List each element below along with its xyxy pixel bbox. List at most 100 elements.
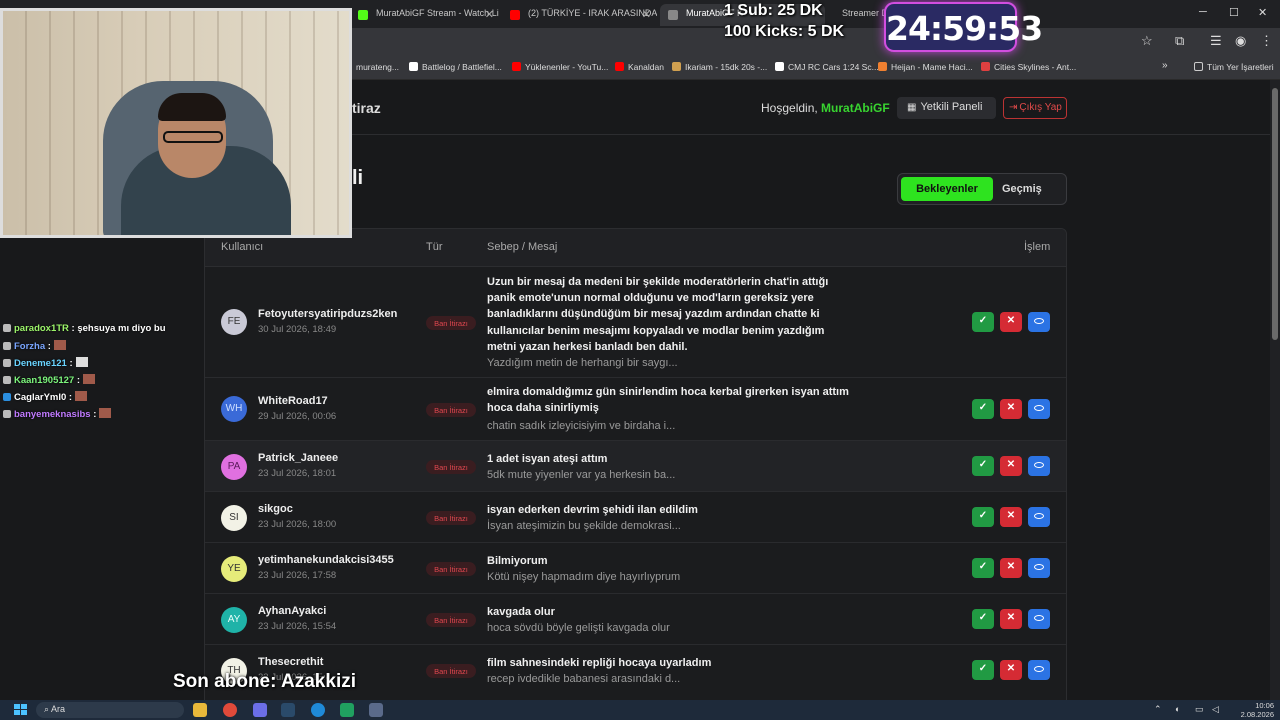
menu-list-icon[interactable]: ☰ [1210,33,1222,49]
brand-title[interactable]: tiraz [352,100,381,116]
bookmark[interactable]: Yüklenenler - YouTu... [512,62,608,72]
approve-button[interactable]: ✓ [972,660,994,680]
x-icon: ✕ [1006,402,1016,413]
avatar-initials: AY [227,614,241,625]
reject-button[interactable]: ✕ [1000,558,1022,578]
check-icon: ✓ [978,315,988,326]
column-header-user: Kullanıcı [221,241,264,253]
chat-message: banyemeknasibs : [3,408,112,420]
page-icon [775,62,784,71]
bookmark[interactable]: Ikariam - 15dk 20s -... [672,62,767,72]
profile-icon[interactable]: ◉ [1235,33,1246,49]
approve-button[interactable]: ✓ [972,312,994,332]
approve-button[interactable]: ✓ [972,399,994,419]
avatar-initials: YE [227,563,241,574]
bookmark[interactable]: Heijan - Mame Haci... [878,62,973,72]
column-header-action: İşlem [1024,241,1051,253]
extensions-icon[interactable]: ⧉ [1175,33,1184,49]
windows-start-icon[interactable] [14,704,28,716]
minimize-icon[interactable]: ─ [1199,6,1207,18]
row-username: AyhanAyakci [258,605,327,617]
panel-button-label: Yetkili Paneli [920,101,983,113]
table-row[interactable]: YE yetimhanekundakcisi3455 23 Jul 2026, … [205,543,1066,594]
view-button[interactable] [1028,312,1050,332]
x-icon: ✕ [1006,561,1016,572]
type-badge: Ban İtirazı [426,664,476,678]
bookmark-label: Tüm Yer İşaretleri [1207,62,1274,72]
reject-button[interactable]: ✕ [1000,312,1022,332]
table-row[interactable]: SI sikgoc 23 Jul 2026, 18:00 Ban İtirazı… [205,492,1066,543]
type-badge: Ban İtirazı [426,562,476,576]
view-button[interactable] [1028,609,1050,629]
bookmark[interactable]: Battlelog / Battlefiel... [409,62,502,72]
close-window-icon[interactable]: ✕ [1258,6,1267,19]
approve-button[interactable]: ✓ [972,507,994,527]
scrollbar-thumb[interactable] [1272,88,1278,340]
view-button[interactable] [1028,399,1050,419]
type-badge: Ban İtirazı [426,403,476,417]
calculator-icon[interactable] [369,703,383,717]
column-header-reason: Sebep / Mesaj [487,241,558,253]
more-bookmarks-icon[interactable]: » [1162,60,1168,71]
view-button[interactable] [1028,660,1050,680]
emote-icon [53,340,66,350]
search-placeholder: Ara [51,704,66,714]
microphone-icon[interactable]: ◐ [1175,704,1180,714]
approve-button[interactable]: ✓ [972,558,994,578]
bookmark[interactable]: murateng... [356,62,399,72]
battlelog-icon [409,62,418,71]
reject-button[interactable]: ✕ [1000,507,1022,527]
logout-button[interactable]: ⇥ Çıkış Yap [1003,97,1067,119]
taskbar-search[interactable]: ⌕ Ara [36,702,184,718]
discord-icon[interactable] [253,703,267,717]
view-button[interactable] [1028,507,1050,527]
file-explorer-icon[interactable] [193,703,207,717]
filter-history-button[interactable]: Geçmiş [1002,183,1042,195]
table-row[interactable]: PA Patrick_Janeee 23 Jul 2026, 18:01 Ban… [205,441,1066,492]
tray-chevron-icon[interactable]: ⌃ [1154,704,1162,715]
row-username: sikgoc [258,503,293,515]
bookmark[interactable]: CMJ RC Cars 1:24 Sc... [775,62,879,72]
tab-kick-stream[interactable]: MuratAbiGF Stream - Watch Li ✕ [350,4,500,26]
logout-icon: ⇥ [1009,102,1018,113]
close-icon[interactable]: ✕ [485,8,494,21]
screen: MuratAbiGF Stream - Watch Li ✕ (2) TÜRKİ… [0,0,1280,720]
approve-button[interactable]: ✓ [972,456,994,476]
type-badge: Ban İtirazı [426,511,476,525]
filter-pending-button[interactable]: Bekleyenler [901,177,993,201]
row-message-detail: hoca sövdü böyle gelişti kavgada olur [487,622,670,634]
youtube-icon [512,62,521,71]
approve-button[interactable]: ✓ [972,609,994,629]
emote-icon [83,374,96,384]
row-message-title: 1 adet isyan ateşi attım [487,453,608,465]
taskbar-clock[interactable]: 10:06 2.08.2026 [1230,701,1274,719]
table-row[interactable]: AY AyhanAyakci 23 Jul 2026, 15:54 Ban İt… [205,594,1066,645]
reject-button[interactable]: ✕ [1000,609,1022,629]
bookmark-label: Battlelog / Battlefiel... [422,62,502,72]
view-button[interactable] [1028,456,1050,476]
page-scrollbar[interactable] [1270,80,1280,700]
reject-button[interactable]: ✕ [1000,399,1022,419]
network-icon[interactable]: ▭ [1195,704,1204,715]
bookmark[interactable]: Cities Skylines - Ant... [981,62,1076,72]
edge-icon[interactable] [311,703,325,717]
type-badge: Ban İtirazı [426,316,476,330]
close-icon[interactable]: ✕ [642,8,651,21]
more-icon[interactable]: ⋮ [1260,33,1273,49]
steam-icon[interactable] [281,703,295,717]
admin-panel-button[interactable]: ▦ Yetkili Paneli [897,97,996,119]
clock-time: 10:06 [1255,701,1274,710]
volume-icon[interactable]: ◁ [1212,704,1219,715]
chrome-icon[interactable] [223,703,237,717]
reject-button[interactable]: ✕ [1000,660,1022,680]
table-row[interactable]: WH WhiteRoad17 29 Jul 2026, 00:06 Ban İt… [205,378,1066,441]
bookmark[interactable]: Kanaldan [615,62,664,72]
maximize-icon[interactable]: ☐ [1229,6,1239,19]
all-bookmarks[interactable]: Tüm Yer İşaretleri [1194,62,1274,72]
tab-youtube[interactable]: (2) TÜRKİYE - IRAK ARASINDAK ✕ [502,4,657,26]
table-row[interactable]: FE Fetoyutersyatiripduzs2ken 30 Jul 2026… [205,267,1066,378]
app-icon[interactable] [340,703,354,717]
reject-button[interactable]: ✕ [1000,456,1022,476]
star-icon[interactable]: ☆ [1141,33,1153,49]
view-button[interactable] [1028,558,1050,578]
